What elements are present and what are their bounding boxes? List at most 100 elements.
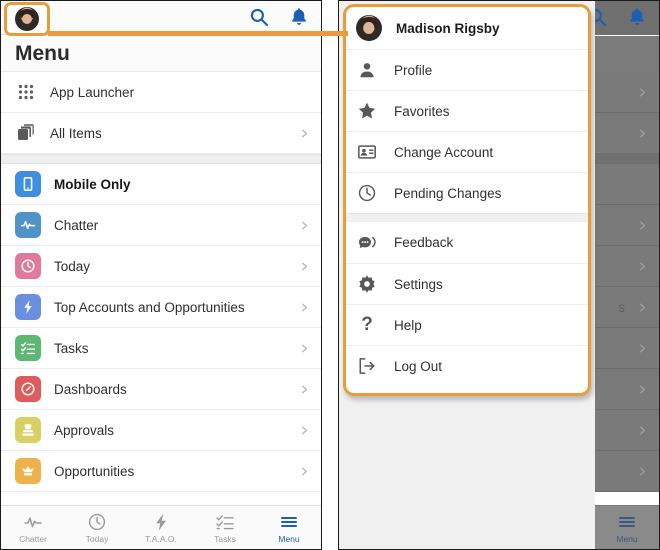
menu-item-all-items[interactable]: All Items [1, 113, 321, 154]
dropdown-item-label: Settings [394, 276, 443, 292]
clock-icon [15, 253, 41, 279]
dimmed-top-bar-icons [587, 7, 647, 27]
menu-item-chatter[interactable]: Chatter [1, 205, 321, 246]
chevron-right-icon [638, 385, 647, 394]
dropdown-item-label: Pending Changes [394, 185, 502, 201]
logout-arrow-icon [356, 355, 378, 377]
dimmed-row-text: s [618, 299, 625, 315]
dropdown-item-label: Log Out [394, 358, 443, 374]
dropdown-item-help[interactable]: ? Help [346, 304, 588, 345]
dropdown-item-change-account[interactable]: Change Account [346, 131, 588, 172]
callout-connector-line-gap [322, 31, 348, 36]
section-separator [1, 154, 321, 164]
lightning-bolt-icon [151, 512, 171, 532]
tab-menu[interactable]: Menu [257, 506, 321, 549]
notifications-bell-icon[interactable] [627, 7, 647, 27]
chevron-right-icon [638, 426, 647, 435]
user-name: Madison Rigsby [396, 20, 500, 36]
menu-item-label: Dashboards [54, 381, 127, 397]
checklist-icon [215, 512, 235, 532]
chevron-right-icon [638, 262, 647, 271]
tab-label: Chatter [19, 533, 47, 544]
menu-item-app-launcher[interactable]: App Launcher [1, 72, 321, 113]
tab-chatter[interactable]: Chatter [1, 506, 65, 549]
left-bottom-tab-bar: Chatter Today T.A.A.O. Tasks Menu [1, 505, 321, 549]
tab-tasks[interactable]: Tasks [193, 506, 257, 549]
tab-taao[interactable]: T.A.A.O. [129, 506, 193, 549]
question-mark-icon: ? [361, 314, 373, 335]
menu-item-label: Tasks [54, 340, 89, 356]
chevron-right-icon [300, 344, 309, 353]
chevron-right-icon [300, 303, 309, 312]
avatar-highlight-box[interactable] [4, 2, 50, 36]
avatar[interactable] [356, 15, 382, 41]
dropdown-item-favorites[interactable]: Favorites [346, 90, 588, 131]
crown-icon [15, 458, 41, 484]
clock-icon [87, 512, 107, 532]
change-account-icon [356, 141, 378, 163]
person-icon [356, 59, 378, 81]
search-icon[interactable] [249, 7, 269, 27]
all-items-stack-icon [15, 122, 37, 144]
menu-item-mobile-only[interactable]: Mobile Only [1, 164, 321, 205]
lightning-bolt-icon [15, 294, 41, 320]
page-title: Menu [1, 36, 321, 72]
tab-today[interactable]: Today [65, 506, 129, 549]
app-launcher-grid-icon [15, 81, 37, 103]
tab-label: Menu [616, 533, 638, 544]
left-top-bar-icons [249, 7, 309, 27]
tab-label: Today [85, 533, 109, 544]
chevron-right-icon [638, 467, 647, 476]
menu-item-label: Approvals [54, 422, 115, 438]
chevron-right-icon [300, 467, 309, 476]
menu-item-top-accounts-and-opportunities[interactable]: Top Accounts and Opportunities [1, 287, 321, 328]
tab-menu[interactable]: Menu [595, 506, 659, 549]
chevron-right-icon [638, 88, 647, 97]
chevron-right-icon [638, 221, 647, 230]
chatter-pulse-icon [15, 212, 41, 238]
dropdown-item-label: Feedback [394, 235, 454, 250]
chevron-right-icon [300, 221, 309, 230]
dropdown-item-feedback[interactable]: Feedback [346, 222, 588, 263]
menu-item-label: Opportunities [54, 463, 135, 479]
avatar[interactable] [15, 7, 39, 31]
chevron-right-icon [638, 129, 647, 138]
notifications-bell-icon[interactable] [289, 7, 309, 27]
dropdown-section-separator [346, 213, 588, 222]
tab-label: Tasks [214, 533, 236, 544]
menu-item-today[interactable]: Today [1, 246, 321, 287]
menu-item-dashboards[interactable]: Dashboards [1, 369, 321, 410]
right-phone-panel: s Menu Madison Rigsby Profile Favorites … [338, 0, 660, 550]
dropdown-item-label: Change Account [394, 144, 494, 160]
left-phone-panel: Menu App Launcher All Items Mobile Only … [0, 0, 322, 550]
menu-item-label: Chatter [54, 217, 99, 233]
chevron-right-icon [300, 262, 309, 271]
tab-label: Menu [278, 533, 300, 544]
star-icon [356, 100, 378, 122]
dropdown-item-profile[interactable]: Profile [346, 49, 588, 90]
menu-item-approvals[interactable]: Approvals [1, 410, 321, 451]
menu-list: App Launcher All Items Mobile Only Chatt… [1, 72, 321, 505]
menu-item-label: Today [54, 258, 91, 274]
dropdown-item-settings[interactable]: Settings [346, 263, 588, 304]
callout-connector-line [48, 31, 348, 36]
menu-item-tasks[interactable]: Tasks [1, 328, 321, 369]
dropdown-item-label: Profile [394, 62, 433, 78]
chevron-right-icon [300, 385, 309, 394]
menu-item-label: App Launcher [50, 84, 135, 100]
menu-item-label: Top Accounts and Opportunities [54, 299, 245, 315]
menu-item-label: All Items [50, 125, 102, 141]
menu-item-label: Mobile Only [54, 176, 131, 192]
mobile-device-icon [15, 171, 41, 197]
menu-item-opportunities[interactable]: Opportunities [1, 451, 321, 492]
feedback-bubble-icon [356, 232, 378, 254]
dropdown-item-pending-changes[interactable]: Pending Changes [346, 172, 588, 213]
dropdown-item-log-out[interactable]: Log Out [346, 345, 588, 386]
clock-icon [356, 182, 378, 204]
gear-icon [356, 273, 378, 295]
profile-dropdown-menu: Madison Rigsby Profile Favorites Change … [343, 4, 591, 396]
profile-dropdown-user-header[interactable]: Madison Rigsby [346, 7, 588, 49]
chevron-right-icon [638, 344, 647, 353]
chevron-right-icon [638, 303, 647, 312]
chatter-pulse-icon [23, 512, 43, 532]
